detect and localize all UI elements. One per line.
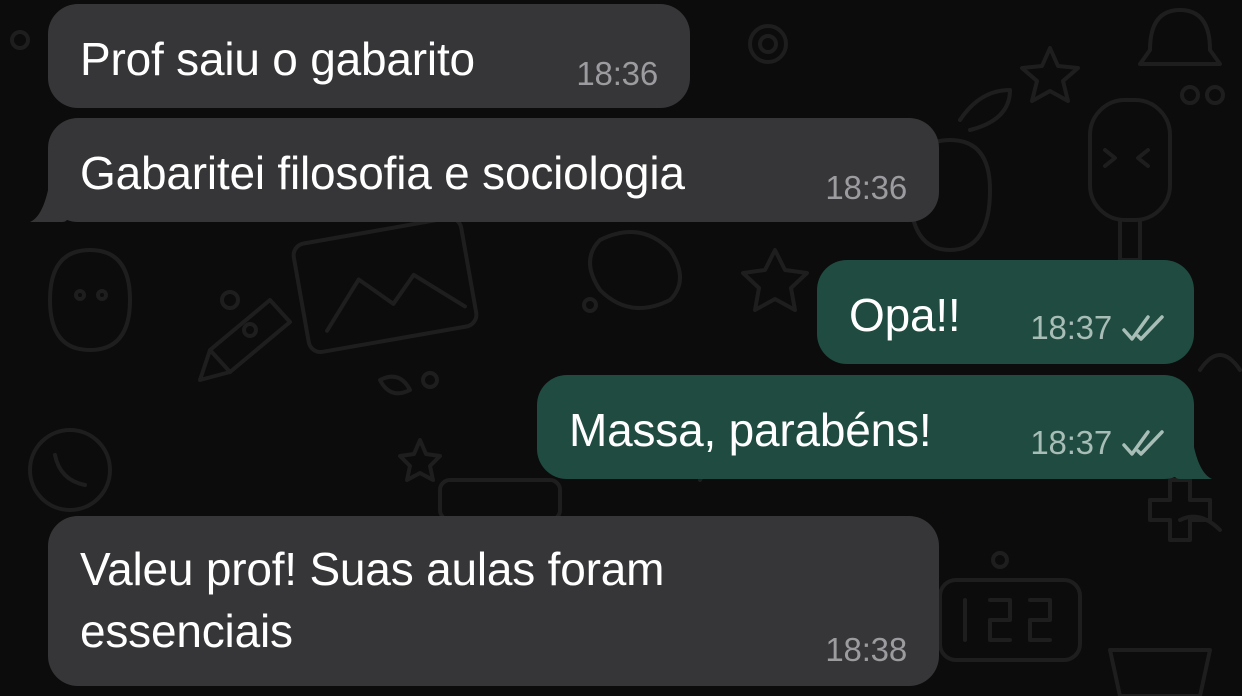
incoming-message[interactable]: Valeu prof! Suas aulas foram essenciais … (48, 516, 939, 686)
message-text: Prof saiu o gabarito (80, 33, 475, 85)
message-timestamp: 18:37 (1030, 309, 1112, 346)
outgoing-message[interactable]: Massa, parabéns! 18:37 (537, 375, 1194, 479)
message-timestamp: 18:38 (825, 631, 907, 668)
message-timestamp: 18:37 (1030, 424, 1112, 461)
incoming-message[interactable]: Prof saiu o gabarito 18:36 (48, 4, 690, 108)
message-meta: 18:37 (1030, 308, 1168, 348)
message-text-line-2: essenciais (80, 605, 293, 657)
message-text-line-1: Valeu prof! Suas aulas foram (80, 543, 665, 595)
incoming-message[interactable]: Gabaritei filosofia e sociologia 18:36 (48, 118, 939, 222)
message-text: Gabaritei filosofia e sociologia (80, 147, 685, 199)
bubble-tail-icon (1174, 437, 1212, 479)
message-meta: 18:38 (825, 630, 907, 670)
bubble-tail-icon (30, 180, 68, 222)
message-text: Massa, parabéns! (569, 404, 932, 456)
outgoing-message[interactable]: Opa!! 18:37 (817, 260, 1194, 364)
message-meta: 18:36 (825, 168, 907, 208)
message-timestamp: 18:36 (576, 55, 658, 92)
double-check-icon (1122, 429, 1168, 457)
message-meta: 18:37 (1030, 423, 1168, 463)
message-meta: 18:36 (576, 54, 658, 94)
chat-thread[interactable]: Prof saiu o gabarito 18:36 Gabaritei fil… (0, 0, 1242, 696)
double-check-icon (1122, 314, 1168, 342)
message-text: Opa!! (849, 289, 961, 341)
message-timestamp: 18:36 (825, 169, 907, 206)
